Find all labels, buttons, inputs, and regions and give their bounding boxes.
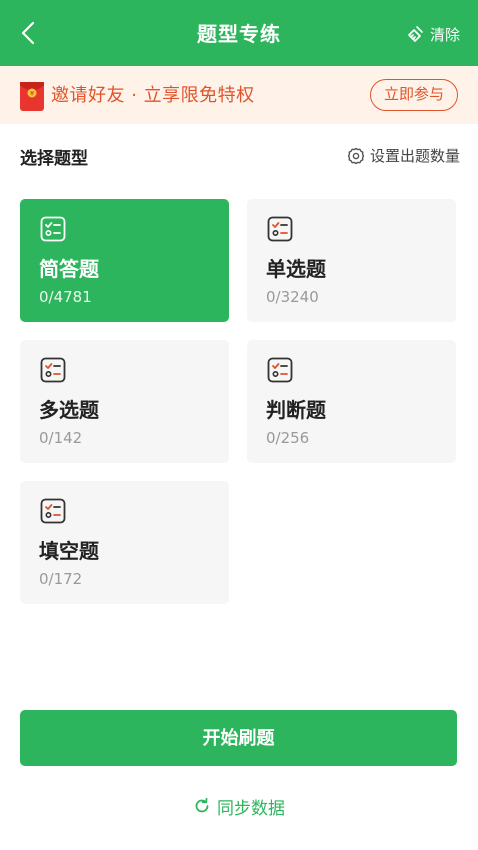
card-fill-blank[interactable]: 填空题 0/172 [20, 481, 229, 604]
card-count: 0/256 [266, 429, 310, 447]
clear-button[interactable]: 清除 [406, 22, 460, 46]
card-name: 填空题 [39, 539, 99, 563]
sync-label: 同步数据 [217, 798, 285, 819]
card-short-answer[interactable]: 简答题 0/4781 [20, 199, 229, 322]
card-name: 判断题 [266, 398, 326, 422]
section-title: 选择题型 [20, 149, 88, 169]
checklist-icon [40, 357, 66, 383]
card-single-choice[interactable]: 单选题 0/3240 [247, 199, 456, 322]
checklist-icon [267, 216, 293, 242]
svg-text:¥: ¥ [30, 91, 34, 98]
set-count-label: 设置出题数量 [369, 147, 460, 165]
card-count: 0/172 [39, 570, 83, 588]
card-count: 0/3240 [266, 288, 319, 306]
checklist-icon [40, 498, 66, 524]
start-practice-button[interactable]: 开始刷题 [20, 710, 457, 766]
refresh-icon [195, 797, 209, 813]
gear-icon [347, 147, 365, 164]
join-button[interactable]: 立即参与 [370, 79, 458, 111]
sync-data-button[interactable]: 同步数据 [0, 793, 478, 819]
checklist-icon [267, 357, 293, 383]
clear-label: 清除 [429, 25, 460, 44]
card-count: 0/4781 [39, 288, 92, 306]
card-true-false[interactable]: 判断题 0/256 [247, 340, 456, 463]
set-question-count-button[interactable]: 设置出题数量 [347, 145, 460, 166]
invite-text: 邀请好友 · 立享限免特权 [51, 85, 255, 106]
checklist-icon [40, 216, 66, 242]
card-multiple-choice[interactable]: 多选题 0/142 [20, 340, 229, 463]
card-name: 简答题 [39, 257, 99, 281]
broom-icon [408, 26, 423, 42]
red-packet-icon: ¥ [20, 82, 44, 111]
header-bar: 题型专练 清除 [0, 0, 478, 66]
card-count: 0/142 [39, 429, 83, 447]
card-name: 单选题 [266, 257, 326, 281]
card-name: 多选题 [39, 398, 99, 422]
